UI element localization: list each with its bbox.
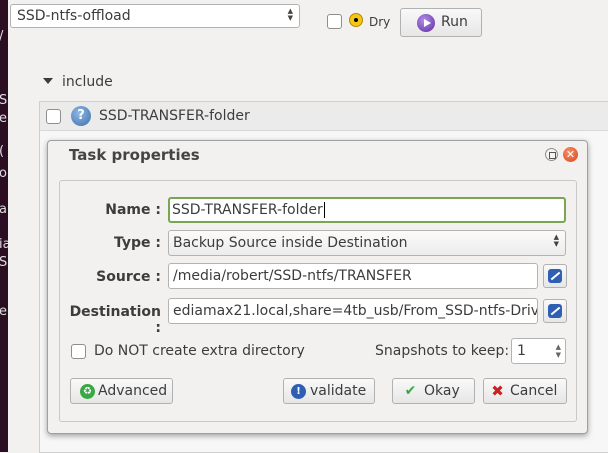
background-text: ( [0,145,4,159]
background-text: S [0,255,8,270]
text-cursor [323,202,325,218]
okay-button-label: Okay [424,383,460,399]
include-label[interactable]: include [62,74,113,90]
checkmark-icon: ✔ [404,383,417,399]
background-text: o [0,166,7,181]
validate-button[interactable]: ! validate [283,378,375,404]
snapshots-label: Snapshots to keep: [375,343,510,359]
background-text: / [0,30,3,44]
type-select-value: Backup Source inside Destination [173,235,408,251]
expander-arrow-icon[interactable] [43,78,53,84]
source-field-value: /media/robert/SSD-ntfs/TRANSFER [173,268,412,284]
cancel-button-label: Cancel [510,383,558,399]
run-button[interactable]: Run [400,8,482,37]
no-extra-directory-label[interactable]: Do NOT create extra directory [94,343,305,359]
snapshots-value: 1 [517,343,526,359]
edit-icon [548,269,562,283]
radiation-icon [349,13,363,27]
source-label: Source : [96,269,161,285]
name-label: Name : [105,202,161,218]
profile-select[interactable]: SSD-ntfs-offload ▲ ▼ [10,4,300,28]
no-extra-directory-checkbox[interactable] [71,344,86,359]
type-label: Type : [113,235,161,251]
recycle-icon: ♻ [80,384,95,399]
updown-arrows-icon: ▲ ▼ [553,233,559,248]
destination-field-value: ediamax21.local,share=4tb_usb/From_SSD-n… [173,303,538,319]
play-icon [417,14,435,32]
background-terminal-strip: / S e ( o a ia S e [0,0,8,452]
snapshots-spinner[interactable]: 1 ▲ ▼ [511,338,566,364]
edit-icon [548,304,562,318]
source-field[interactable]: /media/robert/SSD-ntfs/TRANSFER [168,263,538,289]
task-row-label: SSD-TRANSFER-folder [99,108,250,124]
close-button[interactable]: ✕ [563,147,578,162]
question-icon: ? [71,106,91,126]
minimize-button[interactable] [545,148,558,161]
advanced-button-label: Advanced [98,383,168,399]
destination-field[interactable]: ediamax21.local,share=4tb_usb/From_SSD-n… [168,298,538,324]
dry-run-checkbox[interactable] [327,14,342,29]
advanced-button[interactable]: ♻ Advanced [70,378,173,404]
info-icon: ! [291,384,306,399]
source-browse-button[interactable] [543,264,567,288]
name-field[interactable]: SSD-TRANSFER-folder [168,197,566,223]
run-button-label: Run [441,14,468,30]
task-row-checkbox[interactable] [46,109,61,124]
destination-browse-button[interactable] [543,299,567,323]
updown-arrows-icon: ▲ ▼ [287,7,293,22]
dialog-title: Task properties [69,146,200,164]
background-text: a [0,202,7,217]
background-text: ia [0,237,8,252]
background-text: S [0,93,8,108]
spinner-arrows-icon[interactable]: ▲ ▼ [556,343,561,359]
validate-button-label: validate [310,383,367,399]
cancel-button[interactable]: ✖ Cancel [483,378,567,404]
type-select[interactable]: Backup Source inside Destination ▲ ▼ [168,230,566,256]
okay-button[interactable]: ✔ Okay [392,378,475,404]
background-text: e [0,304,7,319]
x-icon: ✖ [491,382,504,400]
background-text: e [0,111,7,126]
destination-label: Destination : [69,304,161,336]
name-field-value: SSD-TRANSFER-folder [172,202,323,218]
dry-label: Dry [369,15,391,29]
profile-select-value: SSD-ntfs-offload [17,8,131,24]
